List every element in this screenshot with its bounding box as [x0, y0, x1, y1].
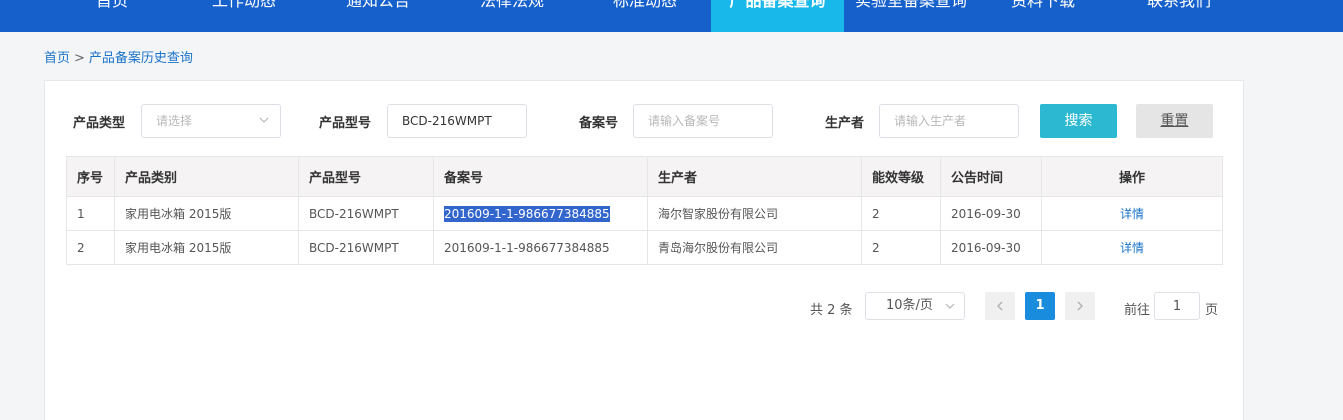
maker-label: 生产者: [825, 116, 865, 131]
header-category: 产品类别: [114, 156, 299, 197]
cell-grade: 2: [861, 196, 941, 231]
nav-item-downloads[interactable]: 资料下载: [988, 0, 1098, 32]
cell-category: 家用电冰箱 2015版: [114, 230, 299, 265]
nav-item-label: 联系我们: [1146, 0, 1211, 10]
details-link[interactable]: 详情: [1120, 207, 1144, 221]
nav-item-label: 标准动态: [612, 0, 677, 10]
page-number-current[interactable]: 1: [1025, 292, 1055, 320]
nav-item-label: 法律法规: [479, 0, 544, 10]
nav-item-laws[interactable]: 法律法规: [457, 0, 567, 32]
pagination-total: 共 2 条: [810, 303, 853, 318]
record-no-label: 备案号: [579, 116, 619, 131]
nav-item-home[interactable]: 首页: [60, 0, 164, 32]
next-page-button[interactable]: [1065, 292, 1095, 320]
product-type-placeholder: 请选择: [156, 114, 193, 128]
table-row: 2 家用电冰箱 2015版 BCD-216WMPT 201609-1-1-986…: [66, 230, 1223, 265]
goto-label: 前往: [1124, 303, 1151, 318]
chevron-down-icon: [259, 117, 269, 123]
cell-model: BCD-216WMPT: [298, 230, 434, 265]
product-model-input[interactable]: [387, 104, 527, 138]
cell-date: 2016-09-30: [940, 230, 1042, 265]
header-model: 产品型号: [298, 156, 434, 197]
header-maker: 生产者: [647, 156, 862, 197]
maker-input[interactable]: [879, 104, 1019, 138]
reset-button[interactable]: 重置: [1136, 104, 1213, 138]
cell-index: 1: [66, 196, 115, 231]
chevron-down-icon: [945, 303, 955, 309]
nav-item-label: 产品备案查询: [729, 0, 826, 10]
nav-item-label: 通知公告: [345, 0, 410, 10]
nav-item-contact[interactable]: 联系我们: [1124, 0, 1234, 32]
cell-action: 详情: [1041, 196, 1223, 231]
cell-date: 2016-09-30: [940, 196, 1042, 231]
table-row: 1 家用电冰箱 2015版 BCD-216WMPT 201609-1-1-986…: [66, 196, 1223, 231]
nav-item-label: 实验室备案查询: [854, 0, 967, 10]
breadcrumb-current[interactable]: 产品备案历史查询: [89, 51, 193, 66]
page-suffix-label: 页: [1205, 303, 1219, 318]
nav-item-label: 工作动态: [211, 0, 276, 10]
table-header-row: 序号 产品类别 产品型号 备案号 生产者 能效等级 公告时间 操作: [66, 156, 1223, 197]
chevron-right-icon: [1077, 301, 1083, 311]
breadcrumb-separator: >: [74, 51, 85, 66]
selected-record-no: 201609-1-1-986677384885: [444, 205, 610, 222]
cell-record-no: 201609-1-1-986677384885: [433, 196, 648, 231]
header-action: 操作: [1041, 156, 1223, 197]
page-size-select[interactable]: 10条/页: [865, 292, 965, 320]
chevron-left-icon: [997, 301, 1003, 311]
nav-item-standards[interactable]: 标准动态: [590, 0, 700, 32]
cell-maker: 海尔智家股份有限公司: [647, 196, 862, 231]
nav-item-label: 资料下载: [1010, 0, 1075, 10]
search-button[interactable]: 搜索: [1040, 104, 1117, 138]
product-model-label: 产品型号: [319, 116, 372, 131]
prev-page-button[interactable]: [985, 292, 1015, 320]
nav-item-notices[interactable]: 通知公告: [323, 0, 433, 32]
record-no-input[interactable]: [633, 104, 773, 138]
nav-item-product-record[interactable]: 产品备案查询: [711, 0, 844, 32]
cell-grade: 2: [861, 230, 941, 265]
details-link[interactable]: 详情: [1120, 241, 1144, 255]
breadcrumb-home[interactable]: 首页: [44, 51, 70, 66]
product-type-select[interactable]: 请选择: [141, 104, 281, 138]
cell-category: 家用电冰箱 2015版: [114, 196, 299, 231]
nav-item-work-news[interactable]: 工作动态: [189, 0, 299, 32]
header-date: 公告时间: [940, 156, 1042, 197]
goto-page-input[interactable]: [1154, 292, 1200, 320]
cell-maker: 青岛海尔股份有限公司: [647, 230, 862, 265]
results-table: 序号 产品类别 产品型号 备案号 生产者 能效等级 公告时间 操作 1 家用电冰…: [66, 156, 1223, 265]
page-scrollbar[interactable]: [1331, 32, 1343, 420]
cell-record-no: 201609-1-1-986677384885: [433, 230, 648, 265]
product-type-label: 产品类型: [73, 116, 126, 131]
page-size-value: 10条/页: [886, 298, 933, 313]
header-index: 序号: [66, 156, 115, 197]
header-record-no: 备案号: [433, 156, 648, 197]
header-grade: 能效等级: [861, 156, 941, 197]
top-nav: 首页 工作动态 通知公告 法律法规 标准动态 产品备案查询 实验室备案查询 资料…: [0, 0, 1343, 32]
nav-item-label: 首页: [95, 0, 128, 10]
cell-model: BCD-216WMPT: [298, 196, 434, 231]
breadcrumb: 首页 > 产品备案历史查询: [44, 47, 193, 66]
cell-index: 2: [66, 230, 115, 265]
cell-action: 详情: [1041, 230, 1223, 265]
nav-item-lab-record[interactable]: 实验室备案查询: [848, 0, 974, 32]
